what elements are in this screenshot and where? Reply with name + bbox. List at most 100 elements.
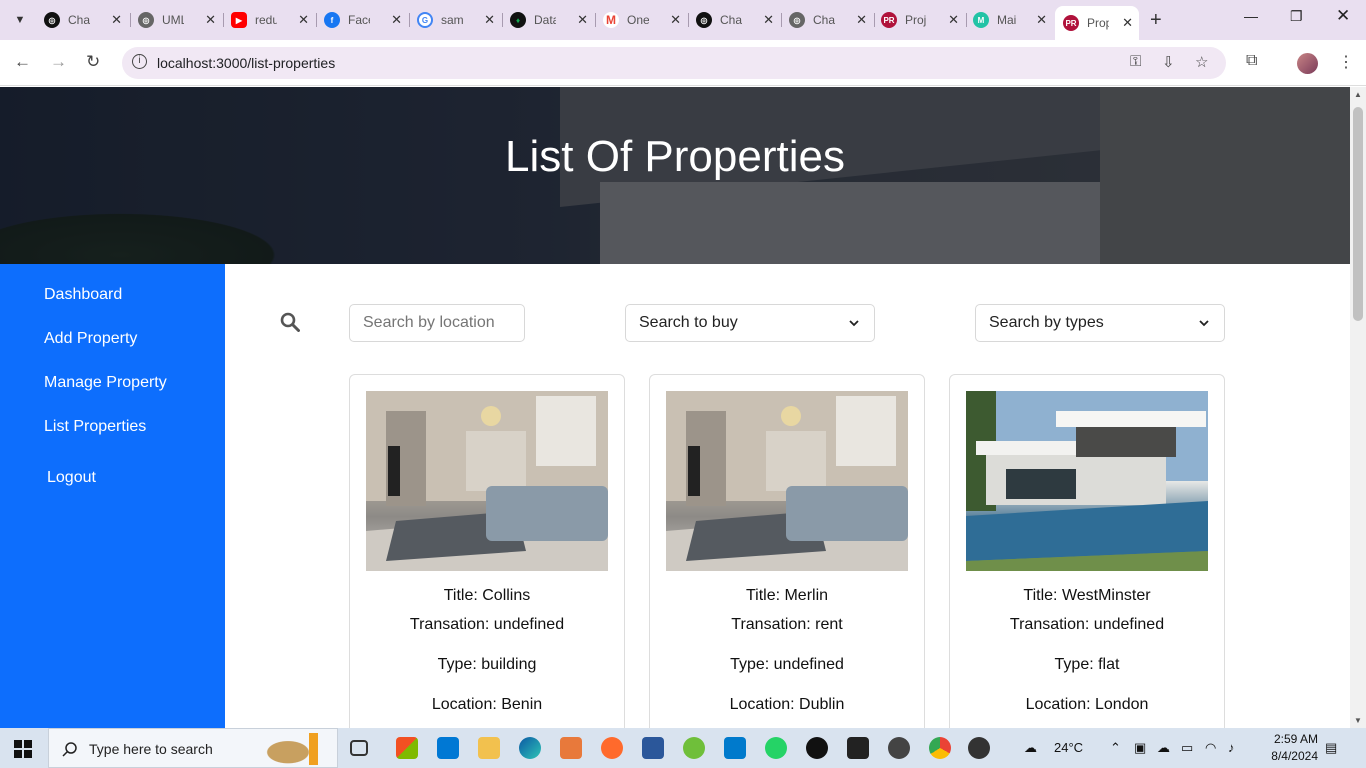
browser-tab[interactable]: PR Proj ✕ — [881, 6, 965, 34]
obs-icon[interactable] — [888, 737, 910, 759]
sidebar: Dashboard Add Property Manage Property L… — [0, 264, 225, 728]
chrome-icon[interactable] — [929, 737, 951, 759]
card-type: Type: flat — [1054, 656, 1120, 673]
card-type: Type: undefined — [730, 656, 844, 673]
browser-tab[interactable]: ◎ Cha ✕ — [696, 6, 780, 34]
sidebar-item-manage-property[interactable]: Manage Property — [44, 374, 167, 392]
close-window-icon[interactable]: ✕ — [1336, 6, 1350, 26]
tab-close-icon[interactable]: ✕ — [111, 12, 122, 28]
weather-temperature[interactable]: 24°C — [1054, 740, 1083, 755]
property-card[interactable]: Title: WestMinster Transation: undefined… — [949, 374, 1225, 728]
notifications-icon[interactable]: ▤ — [1325, 740, 1337, 756]
battery-icon[interactable]: ▭ — [1181, 740, 1193, 756]
buy-select[interactable]: Search to buy — [625, 304, 875, 342]
taskbar-search-box[interactable]: Type here to search — [48, 728, 338, 768]
property-card[interactable]: Title: Merlin Transation: rent Type: und… — [649, 374, 925, 728]
back-arrow-icon[interactable]: ← — [14, 52, 31, 72]
browser-tab[interactable]: G sam ✕ — [417, 6, 501, 34]
browser-tab[interactable]: ◎ Cha ✕ — [789, 6, 873, 34]
browser-tab[interactable]: M Mai ✕ — [973, 6, 1053, 34]
profile-avatar[interactable] — [1297, 53, 1318, 74]
weather-icon[interactable]: ☁ — [1024, 740, 1037, 756]
forward-arrow-icon[interactable]: → — [50, 52, 67, 72]
file-explorer-icon[interactable] — [478, 737, 500, 759]
search-icon[interactable] — [280, 312, 300, 332]
browser-tab[interactable]: ◎ Cha ✕ — [44, 6, 128, 34]
media-player-icon[interactable] — [968, 737, 990, 759]
sidebar-item-dashboard[interactable]: Dashboard — [44, 286, 122, 304]
sidebar-item-logout[interactable]: Logout — [47, 469, 96, 487]
tab-close-icon[interactable]: ✕ — [298, 12, 309, 28]
property-image-living-room — [366, 391, 608, 571]
page-viewport: List Of Properties Dashboard Add Propert… — [0, 87, 1350, 728]
tab-close-icon[interactable]: ✕ — [205, 12, 216, 28]
bookmark-star-icon[interactable]: ☆ — [1195, 53, 1208, 71]
vscode-icon[interactable] — [724, 737, 746, 759]
tab-close-icon[interactable]: ✕ — [763, 12, 774, 28]
tab-search-chevron-icon[interactable]: ▼ — [8, 8, 32, 32]
mail-icon[interactable] — [437, 737, 459, 759]
capcut-icon[interactable] — [847, 737, 869, 759]
types-select[interactable]: Search by types — [975, 304, 1225, 342]
microsoft-store-icon[interactable] — [396, 737, 418, 759]
clock[interactable]: 2:59 AM 8/4/2024 — [1258, 731, 1318, 765]
xampp-icon[interactable] — [560, 737, 582, 759]
restore-icon[interactable]: ❐ — [1290, 8, 1303, 25]
more-menu-icon[interactable]: ⋮ — [1338, 52, 1354, 72]
browser-tab-active[interactable]: PR Prop ✕ — [1055, 6, 1139, 40]
tab-close-icon[interactable]: ✕ — [670, 12, 681, 28]
sidebar-item-add-property[interactable]: Add Property — [44, 330, 137, 348]
property-image-living-room — [666, 391, 908, 571]
password-key-icon[interactable]: ⚿ — [1130, 53, 1141, 70]
browser-tab[interactable]: M One ✕ — [603, 6, 687, 34]
extensions-icon[interactable]: ⧉ — [1246, 52, 1257, 70]
word-icon[interactable] — [642, 737, 664, 759]
sidebar-item-list-properties[interactable]: List Properties — [44, 418, 146, 436]
mongodb-compass-icon[interactable] — [806, 737, 828, 759]
tab-close-icon[interactable]: ✕ — [577, 12, 588, 28]
reload-icon[interactable]: ↻ — [86, 52, 100, 72]
property-card[interactable]: Title: Collins Transation: undefined Typ… — [349, 374, 625, 728]
scroll-down-icon[interactable]: ▼ — [1354, 716, 1362, 725]
volume-icon[interactable]: ♪ — [1228, 740, 1235, 755]
tab-close-icon[interactable]: ✕ — [1122, 15, 1133, 31]
new-tab-button[interactable]: + — [1150, 8, 1162, 32]
browser-toolbar: ← → ↻ i localhost:3000/list-properties ⚿… — [0, 40, 1366, 86]
wifi-icon[interactable]: ◠ — [1205, 740, 1216, 756]
page-scrollbar[interactable]: ▲ ▼ — [1350, 87, 1366, 728]
task-view-icon[interactable] — [350, 740, 368, 756]
postman-icon[interactable] — [601, 737, 623, 759]
search-icon — [62, 742, 77, 757]
url-text[interactable]: localhost:3000/list-properties — [157, 55, 335, 71]
scroll-up-icon[interactable]: ▲ — [1354, 90, 1362, 99]
meet-now-icon[interactable]: ▣ — [1134, 740, 1146, 756]
whatsapp-icon[interactable] — [765, 737, 787, 759]
tab-close-icon[interactable]: ✕ — [1036, 12, 1047, 28]
chatgpt-icon: ◎ — [44, 12, 60, 28]
location-search-input[interactable]: Search by location — [349, 304, 525, 342]
site-info-icon[interactable]: i — [132, 54, 147, 69]
cloud-app-icon[interactable] — [683, 737, 705, 759]
browser-tab[interactable]: ▶ redu ✕ — [231, 6, 315, 34]
gmail-icon: M — [603, 12, 619, 28]
card-type: Type: building — [437, 656, 537, 673]
tab-close-icon[interactable]: ✕ — [948, 12, 959, 28]
onedrive-icon[interactable]: ☁ — [1157, 740, 1170, 756]
tab-close-icon[interactable]: ✕ — [391, 12, 402, 28]
main-content: Search by location Search to buy Search … — [225, 264, 1350, 728]
scrollbar-thumb[interactable] — [1353, 107, 1363, 321]
browser-tab[interactable]: ◎ UML ✕ — [138, 6, 222, 34]
windows-start-icon[interactable] — [14, 740, 32, 758]
card-transaction: Transation: undefined — [409, 616, 565, 633]
clock-time: 2:59 AM — [1273, 732, 1318, 746]
edge-icon[interactable] — [519, 737, 541, 759]
install-app-icon[interactable]: ⇩ — [1162, 53, 1175, 71]
tab-close-icon[interactable]: ✕ — [484, 12, 495, 28]
show-hidden-icons-icon[interactable]: ⌃ — [1110, 740, 1121, 756]
card-transaction: Transation: undefined — [1009, 616, 1165, 633]
browser-tab[interactable]: f Face ✕ — [324, 6, 408, 34]
minimize-icon[interactable]: — — [1244, 8, 1258, 24]
browser-tab[interactable]: ♦ Data ✕ — [510, 6, 594, 34]
address-bar[interactable]: i localhost:3000/list-properties ⚿ ⇩ ☆ — [122, 47, 1226, 79]
tab-close-icon[interactable]: ✕ — [856, 12, 867, 28]
